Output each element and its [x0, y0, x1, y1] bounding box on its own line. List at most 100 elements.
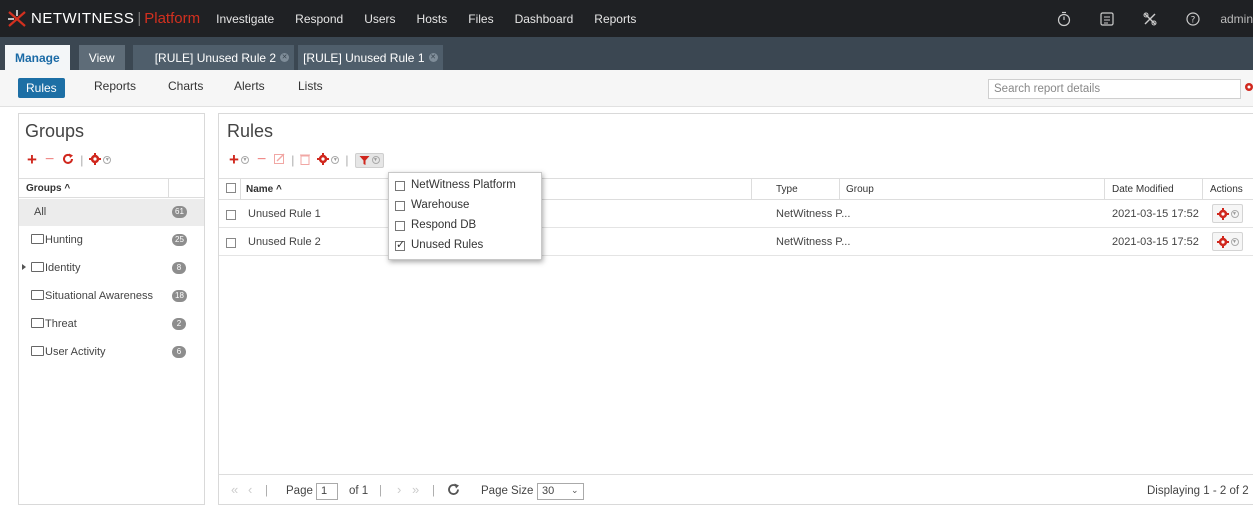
nav-hosts[interactable]: Hosts [417, 12, 448, 26]
close-icon[interactable]: ✕ [280, 53, 290, 62]
chevron-down-icon: ▼ [371, 156, 380, 164]
close-icon[interactable]: ✕ [428, 53, 438, 62]
tab-manage[interactable]: Manage [5, 45, 70, 70]
remove-icon[interactable]: − [257, 152, 266, 168]
first-page-icon[interactable]: « [231, 482, 238, 497]
nav-files[interactable]: Files [468, 12, 493, 26]
folder-icon [31, 234, 44, 244]
subtab-lists[interactable]: Lists [298, 79, 323, 93]
option-checkbox[interactable] [395, 181, 405, 191]
count-badge: 25 [172, 234, 187, 246]
option-checkbox[interactable] [395, 201, 405, 211]
subtab-rules[interactable]: Rules [18, 78, 65, 98]
nav-reports[interactable]: Reports [594, 12, 636, 26]
nav-respond[interactable]: Respond [295, 12, 343, 26]
filter-option-warehouse[interactable]: Warehouse [389, 196, 541, 216]
chevron-down-icon[interactable]: ▼ [331, 156, 340, 164]
table-row[interactable]: Unused Rule 1 NetWitness P... 2021-03-15… [219, 201, 1253, 228]
subtab-charts[interactable]: Charts [168, 79, 203, 93]
group-item-situational-awareness[interactable]: Situational Awareness 18 [19, 283, 204, 310]
rules-table-header: Name ^ Type Group Date Modified Actions [219, 178, 1253, 200]
folder-icon [31, 290, 44, 300]
rule-name[interactable]: Unused Rule 1 [248, 208, 321, 220]
group-label: Threat [45, 318, 77, 330]
option-label: Warehouse [411, 199, 470, 211]
pagination-bar: « ‹ | Page 1 of 1 | › » | Page Size 30 ⌄… [219, 474, 1253, 505]
option-label: Respond DB [411, 219, 477, 231]
gear-icon[interactable] [1243, 81, 1253, 93]
row-checkbox[interactable] [226, 238, 236, 248]
table-row[interactable]: Unused Rule 2 NetWitness P... 2021-03-15… [219, 229, 1253, 256]
group-label: Situational Awareness [45, 290, 154, 302]
groups-title: Groups [25, 121, 85, 141]
filter-button[interactable]: ▼ [354, 152, 384, 168]
subtab-reports[interactable]: Reports [94, 79, 136, 93]
refresh-icon[interactable] [62, 153, 74, 168]
tab-unused-rule-2[interactable]: [RULE] Unused Rule 2 ✕ [132, 45, 295, 70]
group-item-all[interactable]: All 61 [19, 199, 204, 226]
pager-separator: | [432, 485, 435, 497]
filter-dropdown-menu: NetWitness Platform Warehouse Respond DB… [388, 172, 542, 260]
page-number-input[interactable]: 1 [316, 483, 338, 500]
nav-investigate[interactable]: Investigate [216, 12, 274, 26]
tab-view[interactable]: View [78, 45, 125, 70]
last-page-icon[interactable]: » [412, 482, 419, 497]
delete-icon[interactable] [300, 153, 311, 168]
column-type[interactable]: Type [776, 184, 798, 195]
gear-icon[interactable] [89, 152, 102, 168]
group-item-user-activity[interactable]: User Activity 6 [19, 339, 204, 366]
tab-unused-rule-1[interactable]: [RULE] Unused Rule 1 ✕ [298, 45, 443, 70]
search-input[interactable]: Search report details [988, 79, 1241, 99]
option-checkbox-checked[interactable]: ✓ [395, 239, 406, 251]
user-menu[interactable]: admin [1220, 12, 1253, 26]
chevron-down-icon[interactable]: ▼ [103, 156, 112, 164]
chevron-down-icon[interactable]: ▼ [240, 156, 249, 164]
netwitness-logo-icon [8, 9, 26, 27]
tab-label: [RULE] Unused Rule 2 [154, 50, 277, 65]
tools-icon[interactable] [1141, 10, 1159, 28]
brand-logo[interactable]: NETWITNESS | Platform [0, 0, 200, 37]
groups-toolbar: + − | ▼ [27, 150, 112, 169]
column-actions: Actions [1210, 184, 1243, 195]
next-page-icon[interactable]: › [397, 482, 401, 497]
page-size-select[interactable]: 30 ⌄ [537, 483, 584, 500]
count-badge: 18 [172, 290, 187, 302]
column-name[interactable]: Name ^ [246, 184, 282, 195]
group-label: Identity [45, 262, 81, 274]
remove-icon[interactable]: − [45, 152, 54, 168]
rule-name[interactable]: Unused Rule 2 [248, 236, 321, 248]
filter-option-respond-db[interactable]: Respond DB [389, 216, 541, 236]
group-item-threat[interactable]: Threat 2 [19, 311, 204, 338]
filter-option-netwitness-platform[interactable]: NetWitness Platform [389, 176, 541, 196]
group-item-identity[interactable]: Identity 8 [19, 255, 204, 282]
top-navigation-bar: NETWITNESS | Platform Investigate Respon… [0, 0, 1253, 37]
group-item-hunting[interactable]: Hunting 25 [19, 227, 204, 254]
row-actions-button[interactable]: ▼ [1212, 204, 1243, 223]
select-all-checkbox[interactable] [226, 183, 236, 193]
expand-arrow-icon[interactable] [22, 264, 26, 270]
groups-column-header[interactable]: Groups ^ [19, 178, 204, 198]
add-rule-icon[interactable]: + [229, 151, 239, 168]
subtab-alerts[interactable]: Alerts [234, 79, 265, 93]
rules-title: Rules [227, 121, 274, 141]
row-checkbox[interactable] [226, 210, 236, 220]
previous-page-icon[interactable]: ‹ [248, 482, 252, 497]
add-icon[interactable]: + [27, 151, 37, 168]
console-icon[interactable] [1098, 10, 1116, 28]
help-icon[interactable]: ? [1184, 10, 1202, 28]
option-label: NetWitness Platform [411, 179, 516, 191]
filter-option-unused-rules[interactable]: ✓ Unused Rules [389, 236, 541, 256]
nav-dashboard[interactable]: Dashboard [515, 12, 574, 26]
chevron-down-icon: ▼ [1230, 237, 1239, 246]
gear-icon[interactable] [317, 152, 330, 168]
option-checkbox[interactable] [395, 221, 405, 231]
checkmark-icon: ✓ [396, 239, 406, 251]
refresh-icon[interactable] [447, 483, 460, 499]
column-group[interactable]: Group [846, 184, 874, 195]
edit-icon[interactable] [274, 153, 285, 167]
timer-icon[interactable] [1055, 10, 1073, 28]
nav-users[interactable]: Users [364, 12, 395, 26]
page-label: Page [286, 485, 313, 497]
row-actions-button[interactable]: ▼ [1212, 232, 1243, 251]
column-date-modified[interactable]: Date Modified [1112, 184, 1174, 195]
